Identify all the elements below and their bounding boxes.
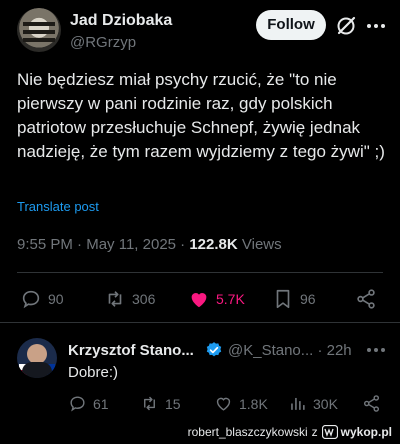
reply-author-avatar[interactable] [17, 338, 57, 378]
repost-icon [144, 396, 155, 411]
reply-views-button[interactable]: 30K [288, 394, 338, 413]
author-avatar[interactable] [17, 8, 61, 52]
reply-time[interactable]: 22h [327, 342, 352, 359]
reply-author-meta: @K_Stano... · 22h [228, 342, 352, 359]
share-icon [357, 289, 375, 309]
translate-post-link[interactable]: Translate post [17, 199, 99, 214]
reply-views-count: 30K [313, 395, 338, 412]
divider [17, 272, 383, 273]
heart-outline-icon [216, 397, 231, 411]
bookmark-icon [276, 289, 290, 309]
reply-author-name[interactable]: Krzysztof Stano... [68, 342, 194, 359]
views-label: Views [241, 236, 282, 253]
repost-button[interactable]: 306 [104, 288, 155, 310]
bookmark-count: 96 [300, 291, 316, 307]
reply-repost-button[interactable]: 15 [140, 394, 181, 413]
tweet-header: Jad Dziobaka @RGrzyp Follow [0, 0, 400, 60]
heart-filled-icon [191, 293, 207, 308]
author-handle[interactable]: @RGrzyp [70, 34, 136, 51]
more-options-icon[interactable] [366, 340, 386, 360]
meta-separator: · [317, 342, 327, 359]
reply-button[interactable]: 90 [20, 288, 64, 310]
repost-count: 306 [132, 291, 156, 307]
bookmark-button[interactable]: 96 [272, 288, 316, 310]
reply-icon [22, 290, 40, 309]
reply-reply-count: 61 [93, 395, 109, 412]
verified-badge-icon[interactable] [205, 341, 223, 359]
more-options-icon[interactable] [366, 16, 386, 36]
share-icon [363, 395, 380, 412]
watermark-user: robert_blaszczykowski [187, 425, 308, 439]
like-count: 5.7K [216, 291, 245, 307]
meta-separator: · [77, 236, 87, 253]
wykop-logo-icon [321, 425, 338, 439]
meta-separator: · [180, 236, 190, 253]
tweet-date[interactable]: May 11, 2025 [86, 236, 176, 253]
reply-count: 90 [48, 291, 64, 307]
divider [0, 322, 400, 323]
reply-like-button[interactable]: 1.8K [214, 394, 268, 413]
follow-button[interactable]: Follow [256, 10, 326, 40]
reply-text: Dobre:) [68, 364, 119, 381]
share-button[interactable] [355, 288, 383, 310]
tweet-meta: 9:55 PM · May 11, 2025 · 122.8K Views [17, 236, 282, 253]
tweet-time[interactable]: 9:55 PM [17, 236, 73, 253]
tweet-text: Nie będziesz miał psychy rzucić, że "to … [17, 70, 385, 161]
reply-icon [70, 396, 85, 412]
reply-repost-count: 15 [165, 395, 181, 412]
reply-author-handle[interactable]: @K_Stano... [228, 342, 313, 359]
author-name[interactable]: Jad Dziobaka [70, 12, 172, 30]
views-chart-icon [291, 397, 305, 410]
watermark-letter: z [311, 425, 318, 439]
reply-reply-button[interactable]: 61 [68, 394, 109, 413]
watermark-site: wykop.pl [340, 425, 392, 439]
like-button[interactable]: 5.7K [188, 288, 245, 310]
wykop-watermark: robert_blaszczykowski z wykop.pl [183, 422, 396, 442]
grok-icon[interactable] [334, 14, 358, 38]
repost-icon [108, 291, 122, 307]
views-count: 122.8K [189, 236, 238, 253]
reply-share-button[interactable] [362, 394, 387, 413]
reply-like-count: 1.8K [239, 395, 268, 412]
